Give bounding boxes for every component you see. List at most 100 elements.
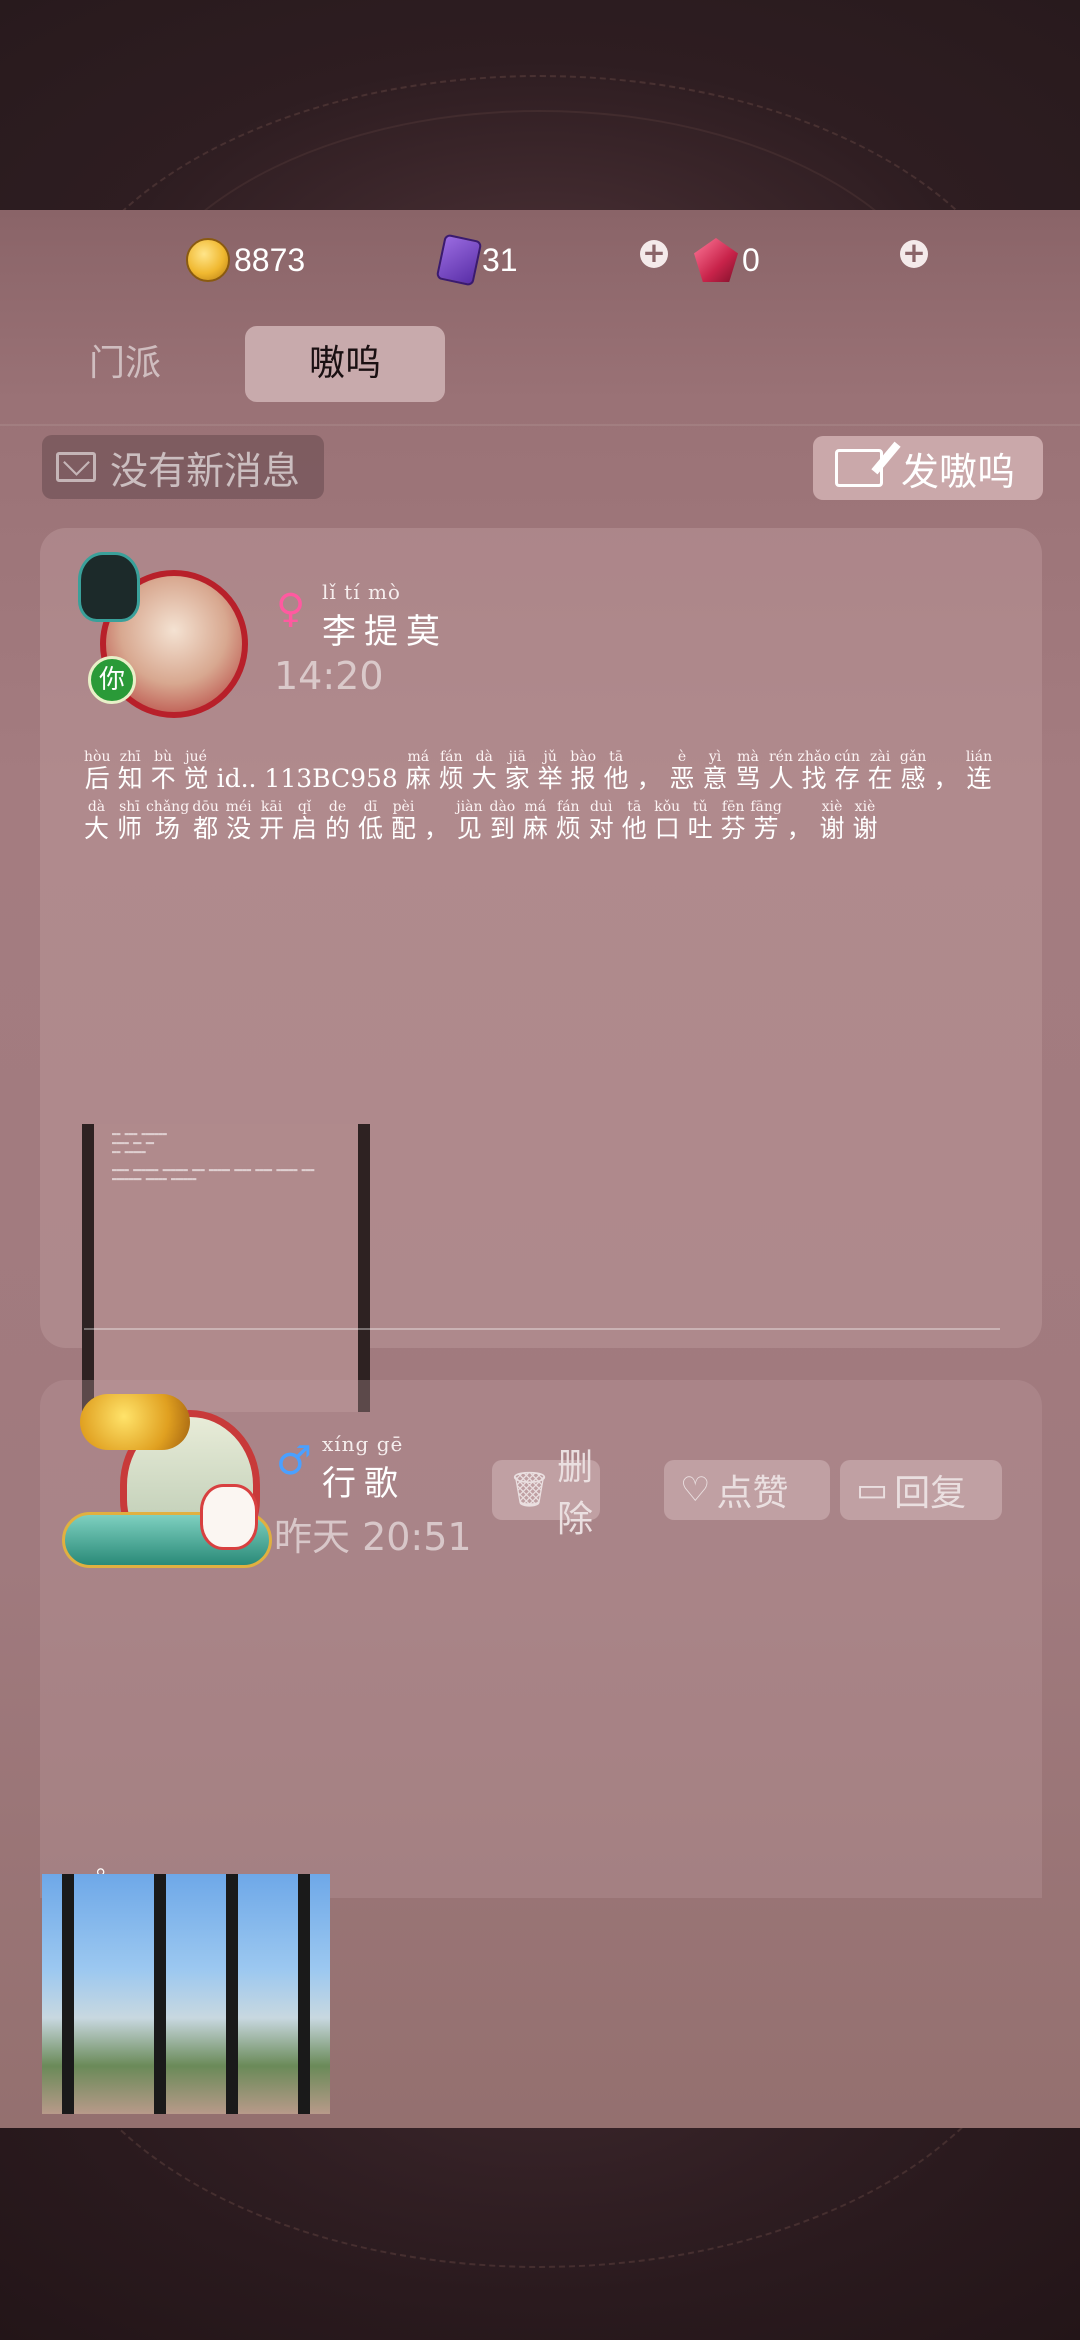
post-card: 你 ♀ lǐ tí mò 李提莫 14:20 后hòu 知zhī 不bù 觉ju… xyxy=(40,528,1042,1540)
post-text-char: 后hòu xyxy=(84,749,111,793)
post-text-char: 对duì xyxy=(588,799,614,843)
window-bar xyxy=(62,1874,74,2114)
post-text-char: 场chǎng xyxy=(145,799,190,843)
pinyin-annotation: kǒu xyxy=(654,799,681,815)
coin-count: 8873 xyxy=(234,241,306,278)
avatar[interactable] xyxy=(60,1394,272,1568)
gem-icon xyxy=(694,238,738,282)
pinyin-annotation: lián xyxy=(965,749,993,765)
new-post-button[interactable]: 发嗷呜 xyxy=(813,436,1043,500)
post-text-char: 他tā xyxy=(621,799,647,843)
pinyin-annotation: chǎng xyxy=(145,799,190,815)
gem-count: 0 xyxy=(742,241,760,278)
user-name-pinyin: lǐ tí mò xyxy=(322,580,401,604)
user-name-text: 李提莫 xyxy=(322,612,448,652)
post-text-char: 芳fāng xyxy=(750,799,782,843)
post-text-char: 师shī xyxy=(116,799,142,843)
post-text-char: ， xyxy=(423,814,449,843)
user-name-pinyin: xíng gē xyxy=(322,1432,404,1456)
pinyin-annotation: qǐ xyxy=(292,799,318,815)
window-bar xyxy=(226,1874,238,2114)
pinyin-annotation: jiàn xyxy=(456,799,483,815)
user-name[interactable]: lǐ tí mò 李提莫 xyxy=(322,580,448,653)
avatar[interactable]: 你 xyxy=(60,552,250,722)
pinyin-annotation: mà xyxy=(735,749,761,765)
post-text-char: id.. 113BC958 xyxy=(216,764,398,793)
post-text-char: 吐tǔ xyxy=(687,799,713,843)
post-text-char: 谢xiè xyxy=(852,799,878,843)
post-text-char: 人rén xyxy=(768,749,794,793)
post-time: 14:20 xyxy=(274,654,384,698)
bottom-background xyxy=(0,2128,1080,2340)
pinyin-annotation: fán xyxy=(438,749,464,765)
pinyin-annotation: kāi xyxy=(259,799,285,815)
pinyin-annotation: bù xyxy=(150,749,176,765)
post-text-char: ， xyxy=(933,764,959,793)
post-text-char: 麻má xyxy=(405,749,431,793)
tab-bar: 门派 嗷呜 xyxy=(0,310,1080,426)
pinyin-annotation: zhī xyxy=(117,749,143,765)
pinyin-annotation: pèi xyxy=(390,799,416,815)
black-cat-decoration-icon xyxy=(78,552,140,622)
pinyin-annotation: de xyxy=(325,799,350,815)
post-image[interactable]: ▬▬ ▬▬▬ ▬▬▬▬▬▬ ▬▬▬▬ ▬▬ ▬▬ ▬▬ ▬▬▬▬▬ ▬▬▬▬ ▬▬▬▬… xyxy=(82,1124,370,1412)
post-text-char: ， xyxy=(636,764,662,793)
user-name[interactable]: xíng gē 行歌 xyxy=(322,1432,406,1505)
pinyin-annotation: dōu xyxy=(192,799,219,815)
pinyin-annotation: méi xyxy=(225,799,252,815)
compose-icon xyxy=(835,449,883,487)
post-text-char: 找zhǎo xyxy=(797,749,831,793)
card-count: 31 xyxy=(482,241,518,278)
pinyin-annotation: yì xyxy=(702,749,728,765)
pinyin-annotation: rén xyxy=(768,749,794,765)
post-text-char: 他tā xyxy=(603,749,629,793)
post-text-char: 觉jué xyxy=(183,749,209,793)
pinyin-annotation: dà xyxy=(84,799,109,815)
new-post-label: 发嗷呜 xyxy=(901,449,1016,494)
main-panel: 8873 31 + 0 + 门派 嗷呜 没有新消息 发嗷呜 你 ♀ lǐ tí … xyxy=(0,210,1080,2338)
pinyin-annotation: duì xyxy=(588,799,614,815)
post-card: ♂ xíng gē 行歌 昨天 20:51 xyxy=(40,1380,1042,1898)
pinyin-annotation: dào xyxy=(489,799,516,815)
pinyin-annotation: tā xyxy=(621,799,647,815)
pinyin-annotation: è xyxy=(669,749,695,765)
add-gems-button[interactable]: + xyxy=(900,239,928,268)
tab-aowu[interactable]: 嗷呜 xyxy=(245,326,445,402)
post-text-char: 家jiā xyxy=(504,749,530,793)
post-text-char: 的de xyxy=(325,799,351,843)
add-cards-button[interactable]: + xyxy=(640,239,668,268)
post-text-char: 谢xiè xyxy=(819,799,845,843)
coin-icon xyxy=(186,238,230,282)
post-image[interactable] xyxy=(42,1874,330,2114)
post-text-char: 知zhī xyxy=(117,749,143,793)
post-text-char: 在zài xyxy=(867,749,893,793)
pinyin-annotation: fēn xyxy=(720,799,746,815)
pinyin-annotation: zhǎo xyxy=(797,749,831,765)
user-name-text: 行歌 xyxy=(322,1464,406,1504)
pinyin-annotation: fán xyxy=(555,799,581,815)
card-balance: 31 xyxy=(435,228,518,292)
divider xyxy=(84,1328,1000,1330)
post-text-char: 都dōu xyxy=(192,799,219,843)
pinyin-annotation: xiè xyxy=(819,799,845,815)
post-text-char: 烦fán xyxy=(555,799,581,843)
post-text-char: 口kǒu xyxy=(654,799,681,843)
post-text-char: 意yì xyxy=(702,749,728,793)
coin-balance: 8873 xyxy=(186,228,305,292)
pinyin-annotation: shī xyxy=(116,799,142,815)
pinyin-annotation: jiā xyxy=(504,749,530,765)
pinyin-annotation: jué xyxy=(183,749,209,765)
post-text-char: 没méi xyxy=(225,799,252,843)
fox-decoration-icon xyxy=(200,1484,258,1550)
pinyin-annotation: bào xyxy=(570,749,597,765)
tab-sect[interactable]: 门派 xyxy=(70,326,180,402)
post-time: 昨天 20:51 xyxy=(274,1515,472,1559)
pinyin-annotation: cún xyxy=(834,749,861,765)
post-text-char: 低dī xyxy=(357,799,383,843)
no-new-messages-button[interactable]: 没有新消息 xyxy=(42,435,324,499)
decorative-arc xyxy=(40,2128,1040,2268)
post-text-char: 到dào xyxy=(489,799,516,843)
post-text-char: 芬fēn xyxy=(720,799,746,843)
card-icon xyxy=(435,233,483,287)
post-text: 后hòu 知zhī 不bù 觉jué id.. 113BC958 麻má 烦fá… xyxy=(84,749,1014,854)
